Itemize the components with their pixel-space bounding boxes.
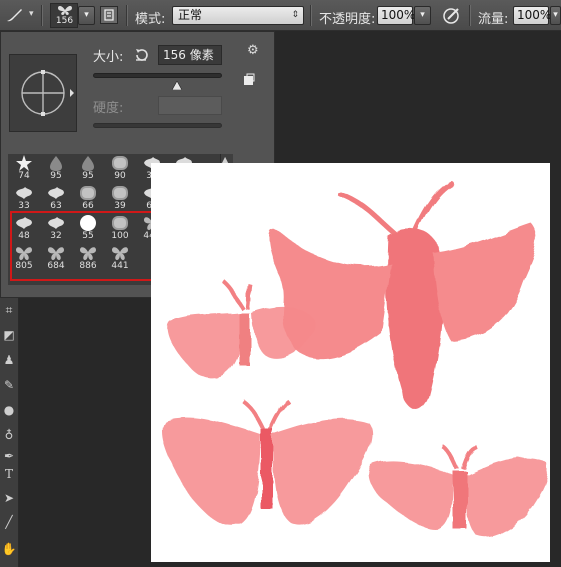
brush-size-label: 33 — [18, 201, 30, 211]
splatter-brush-icon — [48, 187, 64, 199]
document-canvas[interactable] — [151, 163, 550, 562]
flow-value: 100% — [517, 8, 552, 22]
brush-preset-texture[interactable]: 39 — [104, 184, 136, 214]
texture-brush-icon — [112, 186, 128, 200]
separator — [41, 5, 43, 26]
brush-size-label: 39 — [114, 201, 126, 211]
dodge-tool-icon[interactable]: ♁ — [1, 427, 17, 443]
tool-preset-chevron-icon[interactable]: ▾ — [29, 9, 39, 21]
brush-size-label: 95 — [82, 171, 94, 181]
bottom-left-butterfly-painting — [162, 399, 373, 526]
brush-tool-icon[interactable] — [4, 5, 26, 25]
drop-brush-icon — [50, 156, 62, 171]
brush-size-label: 66 — [82, 201, 94, 211]
brush-preset-drop[interactable]: 95 — [72, 154, 104, 184]
stamp-tool-icon[interactable]: ♟ — [1, 352, 17, 368]
brush-size-readout: 156 — [55, 16, 74, 26]
blur-tool-icon[interactable]: ● — [1, 402, 17, 418]
type-tool-icon[interactable]: T — [1, 466, 17, 482]
mode-label: 模式: — [135, 12, 166, 27]
crop-tool-icon[interactable]: ⌗ — [1, 302, 17, 318]
brush-size-label: 90 — [114, 171, 126, 181]
size-slider-thumb[interactable] — [171, 75, 183, 91]
drop-brush-icon — [82, 156, 94, 171]
mode-value: 正常 — [178, 8, 203, 22]
path-select-icon[interactable]: ➤ — [1, 490, 17, 506]
brush-preset-star[interactable]: 74 — [8, 154, 40, 184]
hardness-input — [158, 96, 222, 115]
brush-picker-dropdown-button[interactable]: ▾ — [78, 6, 95, 25]
splatter-brush-icon — [16, 187, 32, 199]
brush-preset-drop[interactable]: 95 — [40, 154, 72, 184]
star-brush-icon — [16, 155, 32, 171]
brush-preset-splatter[interactable]: 33 — [8, 184, 40, 214]
size-label: 大小: — [93, 50, 124, 65]
brush-preset-texture[interactable]: 90 — [104, 154, 136, 184]
history-brush-icon[interactable]: ✎ — [1, 377, 17, 393]
pen-tool-icon[interactable]: ✒ — [1, 448, 17, 464]
reset-icon[interactable] — [133, 47, 149, 63]
separator — [310, 5, 312, 26]
hand-tool-icon[interactable]: ✋ — [1, 541, 17, 557]
separator — [126, 5, 128, 26]
brush-preset-picker[interactable]: 156 — [50, 3, 78, 28]
opacity-label: 不透明度: — [319, 12, 376, 27]
brush-size-label: 95 — [50, 171, 62, 181]
mode-dropdown[interactable]: 正常 ⇕ — [172, 6, 304, 25]
texture-brush-icon — [112, 156, 128, 170]
tools-panel: ⌗ ◩ ♟ ✎ ● ♁ ✒ T ➤ ╱ ✋ — [0, 298, 19, 567]
eraser-tool-icon[interactable]: ◩ — [1, 327, 17, 343]
brush-preset-texture[interactable]: 66 — [72, 184, 104, 214]
large-moth-painting — [269, 180, 538, 411]
brush-size-label: 63 — [50, 201, 62, 211]
line-tool-icon[interactable]: ╱ — [1, 514, 17, 530]
bottom-right-butterfly-painting — [368, 445, 548, 538]
texture-brush-icon — [80, 186, 96, 200]
brush-panel-icon[interactable] — [100, 6, 118, 24]
separator — [469, 5, 471, 26]
size-input[interactable]: 156 像素 — [158, 45, 222, 65]
flow-dropdown-button[interactable]: ▾ — [550, 6, 561, 25]
new-preset-icon[interactable] — [242, 72, 256, 86]
opacity-dropdown-button[interactable]: ▾ — [414, 6, 431, 25]
hardness-slider — [93, 123, 222, 128]
brush-tip-preview — [9, 54, 77, 132]
brush-size-label: 74 — [18, 171, 30, 181]
size-slider[interactable] — [93, 73, 222, 78]
hardness-label: 硬度: — [93, 101, 124, 116]
flow-field[interactable]: 100% — [513, 6, 552, 25]
updown-icon: ⇕ — [291, 10, 299, 20]
opacity-value: 100% — [381, 8, 416, 22]
brush-preset-splatter[interactable]: 63 — [40, 184, 72, 214]
opacity-field[interactable]: 100% — [377, 6, 416, 25]
flow-label: 流量: — [478, 12, 509, 27]
butterfly-brush-icon — [58, 5, 72, 15]
gear-icon[interactable]: ⚙ — [247, 43, 263, 58]
options-bar: ▾ 156 ▾ 模式: 正常 ⇕ 不透明度: 100% ▾ 流量: 100% ▾ — [0, 0, 561, 31]
tablet-pressure-icon[interactable] — [441, 5, 463, 26]
